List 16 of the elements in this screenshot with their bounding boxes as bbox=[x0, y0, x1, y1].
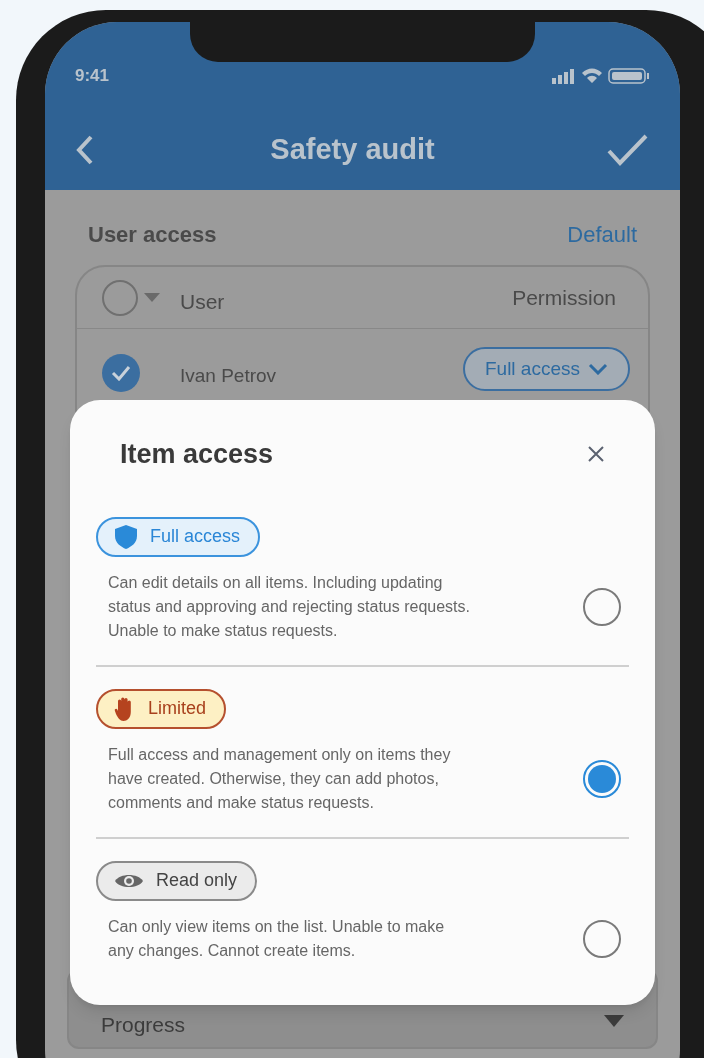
screen-title: Safety audit bbox=[270, 132, 435, 168]
option-description: Can only view items on the list. Unable to make any changes. Cannot create items. bbox=[108, 916, 446, 961]
badge-label: Read only bbox=[156, 869, 238, 892]
dialog-title: Item access bbox=[120, 438, 274, 471]
permission-dropdown[interactable]: Full access bbox=[462, 347, 630, 391]
user-name: Ivan Petrov bbox=[180, 363, 277, 388]
badge-label: Full access bbox=[150, 525, 241, 548]
badge-label: Limited bbox=[148, 697, 207, 720]
option-description: Full access and management only on items they have created. Otherwise, they can add photos, comments and make status requests. bbox=[108, 744, 452, 813]
progress-label: Progress bbox=[101, 1012, 186, 1038]
section-title: User access bbox=[88, 221, 217, 249]
default-link[interactable]: Default bbox=[567, 218, 637, 251]
column-header: User bbox=[180, 288, 225, 315]
status-time: 9:41 bbox=[75, 65, 110, 88]
column-header: Permission bbox=[512, 284, 616, 311]
option-description: Can edit details on all items. Including updating status and approving and rejecting status requests. Unable to make status requests. bbox=[108, 572, 471, 641]
